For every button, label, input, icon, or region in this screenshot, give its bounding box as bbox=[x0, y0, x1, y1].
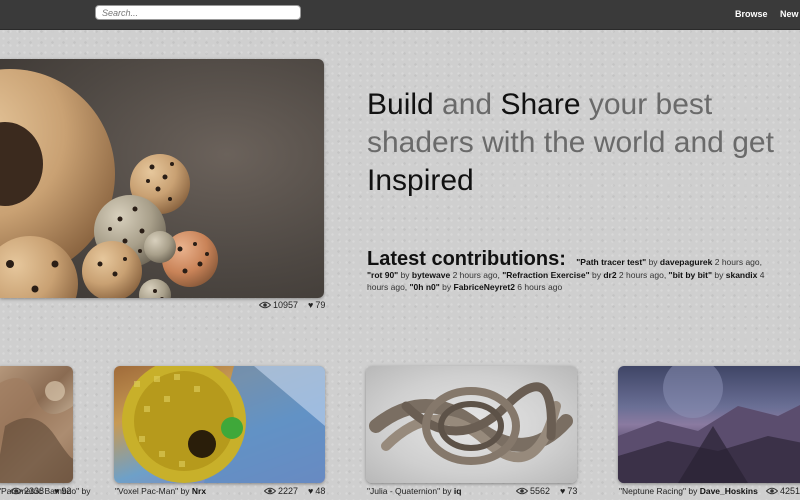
hero-headline: Build and Share your best shaders with t… bbox=[367, 86, 787, 200]
likes-count: 73 bbox=[567, 486, 578, 496]
shader-thumbnail[interactable] bbox=[618, 366, 800, 483]
views-count: 4251 bbox=[780, 486, 800, 496]
nav-browse-link[interactable]: Browse bbox=[735, 9, 768, 19]
shader-stats: 2338 ♥ 92 bbox=[10, 486, 71, 496]
shader-caption: "Julia - Quaternion" by iq bbox=[367, 486, 462, 496]
headline-word-inspired: Inspired bbox=[367, 164, 474, 197]
shader-render bbox=[0, 378, 73, 483]
shader-thumbnail[interactable] bbox=[366, 366, 577, 483]
featured-shader-render bbox=[0, 69, 218, 298]
shader-stats: 5562 ♥ 73 bbox=[516, 486, 577, 496]
shader-render bbox=[369, 382, 573, 465]
contribution-shader-link[interactable]: "Refraction Exercise" bbox=[502, 270, 589, 280]
views-count: 5562 bbox=[530, 486, 551, 496]
contribution-author-link[interactable]: davepagurek bbox=[660, 257, 712, 267]
shader-author-link[interactable]: Nrx bbox=[192, 486, 206, 496]
contribution-item: "Refraction Exercise" by dr2 2 hours ago… bbox=[502, 270, 669, 280]
likes-heart-icon: ♥ bbox=[54, 486, 60, 496]
likes-heart-icon: ♥ bbox=[308, 486, 314, 496]
contribution-shader-link[interactable]: "0h n0" bbox=[410, 282, 440, 292]
contribution-shader-link[interactable]: "Path tracer test" bbox=[576, 257, 646, 267]
contribution-item: "Path tracer test" by davepagurek 2 hour… bbox=[576, 257, 762, 267]
featured-views-count: 10957 bbox=[273, 300, 299, 310]
contribution-author-link[interactable]: FabriceNeyret2 bbox=[454, 282, 515, 292]
shader-title-link[interactable]: "Neptune Racing" bbox=[619, 486, 686, 496]
headline-word-share: Share bbox=[500, 88, 581, 121]
shader-stats: 2227 ♥ 48 bbox=[264, 486, 325, 496]
shader-thumbnail[interactable] bbox=[0, 366, 73, 483]
headline-text-and: and bbox=[433, 88, 501, 121]
views-eye-icon bbox=[766, 487, 778, 495]
views-eye-icon bbox=[264, 487, 276, 495]
shader-title-link[interactable]: "Julia - Quaternion" bbox=[367, 486, 440, 496]
top-bar: Browse New bbox=[0, 0, 800, 30]
shader-title-link[interactable]: "Voxel Pac-Man" bbox=[115, 486, 178, 496]
views-eye-icon bbox=[516, 487, 528, 495]
latest-contributions: Latest contributions: "Path tracer test"… bbox=[367, 248, 777, 293]
shader-caption: "Neptune Racing" by Dave_Hoskins bbox=[619, 486, 758, 496]
contribution-item: "0h n0" by FabriceNeyret2 6 hours ago bbox=[409, 281, 563, 292]
likes-count: 92 bbox=[61, 486, 72, 496]
contribution-author-link[interactable]: skandix bbox=[726, 270, 758, 280]
featured-likes-count: 79 bbox=[315, 300, 326, 310]
shader-render bbox=[618, 366, 800, 483]
featured-shader-preview[interactable] bbox=[0, 59, 324, 298]
latest-contributions-title: Latest contributions: bbox=[367, 248, 566, 270]
nav-new-link[interactable]: New bbox=[780, 9, 799, 19]
search-input[interactable] bbox=[95, 5, 301, 20]
headline-word-build: Build bbox=[367, 88, 434, 121]
contribution-author-link[interactable]: bytewave bbox=[412, 270, 450, 280]
likes-heart-icon: ♥ bbox=[308, 300, 314, 310]
likes-heart-icon: ♥ bbox=[560, 486, 566, 496]
contribution-shader-link[interactable]: "rot 90" bbox=[367, 270, 398, 280]
contribution-item: "rot 90" by bytewave 2 hours ago, bbox=[367, 270, 503, 280]
views-count: 2338 bbox=[24, 486, 45, 496]
shader-caption: "Voxel Pac-Man" by Nrx bbox=[115, 486, 207, 496]
shader-author-link[interactable]: iq bbox=[454, 486, 462, 496]
contribution-author-link[interactable]: dr2 bbox=[603, 270, 616, 280]
shader-thumbnail[interactable] bbox=[114, 366, 325, 483]
shader-render bbox=[122, 366, 325, 483]
shader-author-link[interactable]: Dave_Hoskins bbox=[700, 486, 758, 496]
views-count: 2227 bbox=[278, 486, 299, 496]
shader-stats: 4251 bbox=[766, 486, 800, 496]
views-eye-icon bbox=[10, 487, 22, 495]
featured-stats: 10957 ♥ 79 bbox=[259, 300, 325, 310]
likes-count: 48 bbox=[315, 486, 326, 496]
views-eye-icon bbox=[259, 301, 271, 309]
contribution-shader-link[interactable]: "bit by bit" bbox=[669, 270, 712, 280]
